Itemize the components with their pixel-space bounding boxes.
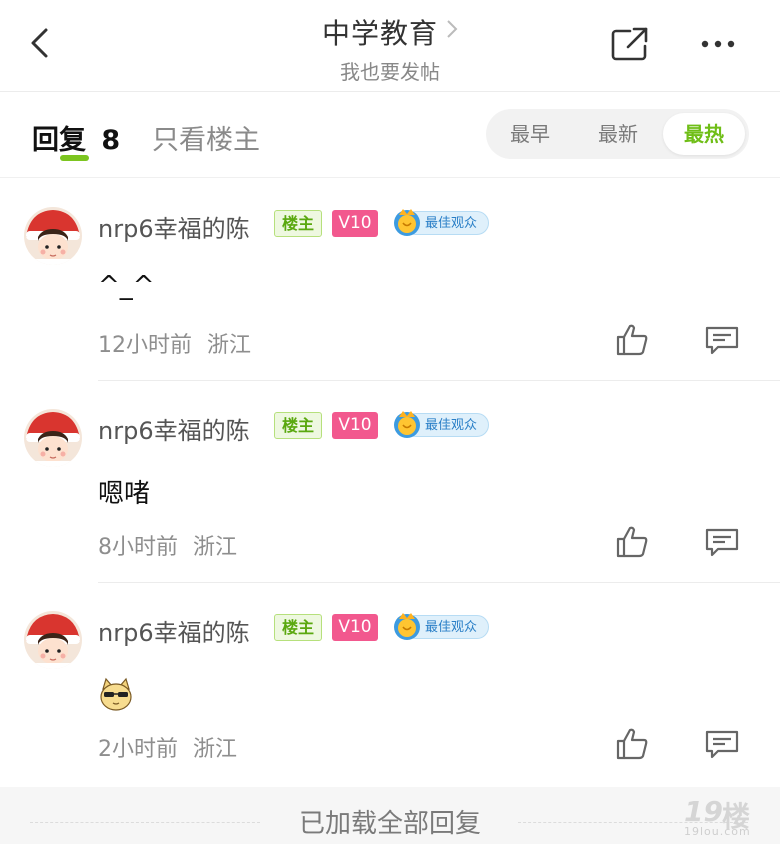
sort-earliest-button[interactable]: 最早 <box>489 113 571 155</box>
best-audience-badge: 最佳观众 <box>390 407 490 441</box>
comment-location: 浙江 <box>193 535 238 560</box>
comment-icon[interactable] <box>704 324 740 356</box>
best-audience-badge: 最佳观众 <box>390 205 490 239</box>
comment-icon[interactable] <box>704 526 740 558</box>
reply-tab-bar: 回复 8 只看楼主 最早 最新 最热 <box>0 92 780 178</box>
comment-icon[interactable] <box>704 728 740 760</box>
comment-meta: 12小时前 浙江 <box>98 327 251 359</box>
owner-badge: 楼主 <box>274 412 322 439</box>
comment-item: nrp6幸福的陈 楼主 V10 最佳观众 ^_^ 12小时前 浙江 <box>0 179 780 381</box>
reply-count: 8 <box>101 125 121 156</box>
page-title[interactable]: 中学教育 <box>322 17 438 50</box>
all-loaded-text: 已加载全部回复 <box>298 809 481 839</box>
comment-meta: 8小时前 浙江 <box>98 529 237 561</box>
chevron-right-icon <box>447 20 458 38</box>
comment-meta: 2小时前 浙江 <box>98 731 237 763</box>
comment-item: nrp6幸福的陈 楼主 V10 最佳观众 2小时前 浙江 <box>0 583 780 785</box>
thumbs-up-icon[interactable] <box>614 726 650 762</box>
avatar[interactable] <box>24 409 82 467</box>
more-dots-icon[interactable] <box>698 30 738 58</box>
comment-time: 12小时前 <box>98 333 192 358</box>
medal-icon <box>394 613 420 640</box>
sort-newest-button[interactable]: 最新 <box>577 113 659 155</box>
sort-segmented-control: 最早 最新 最热 <box>486 109 749 159</box>
medal-icon <box>394 209 420 236</box>
level-badge: V10 <box>332 614 378 641</box>
new-post-link[interactable]: 我也要发帖 <box>0 56 780 85</box>
all-loaded-footer: 已加载全部回复 <box>0 787 780 844</box>
medal-icon <box>394 411 420 438</box>
comment-content: 嗯啫 <box>98 479 151 509</box>
username[interactable]: nrp6幸福的陈 <box>98 613 250 648</box>
comment-location: 浙江 <box>193 737 238 762</box>
active-tab-indicator <box>60 155 89 161</box>
header-title-group[interactable]: 中学教育 我也要发帖 <box>0 12 780 85</box>
thumbs-up-icon[interactable] <box>614 322 650 358</box>
watermark-number: 19 <box>684 795 723 828</box>
tab-owner-only[interactable]: 只看楼主 <box>152 118 260 157</box>
sort-hottest-button[interactable]: 最热 <box>663 113 745 155</box>
avatar[interactable] <box>24 207 82 265</box>
comment-time: 2小时前 <box>98 737 178 762</box>
level-badge: V10 <box>332 210 378 237</box>
tab-replies[interactable]: 回复 8 <box>32 118 120 157</box>
watermark-url: 19lou.com <box>684 825 751 838</box>
top-nav-bar: 中学教育 我也要发帖 <box>0 0 780 92</box>
avatar[interactable] <box>24 611 82 669</box>
username[interactable]: nrp6幸福的陈 <box>98 209 250 244</box>
comment-item: nrp6幸福的陈 楼主 V10 最佳观众 嗯啫 8小时前 浙江 <box>0 381 780 583</box>
best-audience-badge: 最佳观众 <box>390 609 490 643</box>
level-badge: V10 <box>332 412 378 439</box>
cool-cat-sunglasses-emoji <box>100 677 132 711</box>
comment-time: 8小时前 <box>98 535 178 560</box>
thumbs-up-icon[interactable] <box>614 524 650 560</box>
site-watermark: 19 楼 19lou.com <box>684 795 768 839</box>
username[interactable]: nrp6幸福的陈 <box>98 411 250 446</box>
tab-replies-label: 回复 <box>32 125 86 156</box>
owner-badge: 楼主 <box>274 614 322 641</box>
comment-content: ^_^ <box>98 271 155 301</box>
owner-badge: 楼主 <box>274 210 322 237</box>
share-icon[interactable] <box>610 26 650 62</box>
comment-location: 浙江 <box>207 333 252 358</box>
